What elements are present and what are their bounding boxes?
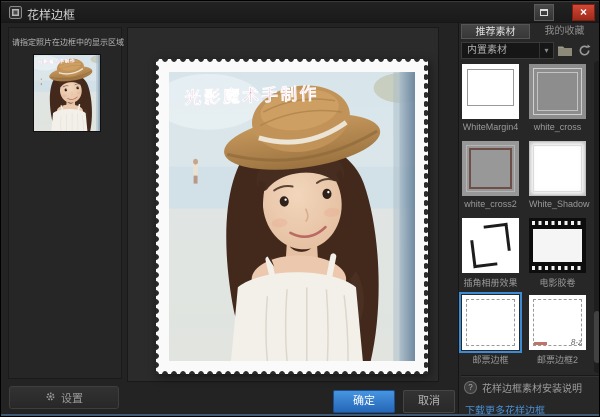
frame-item-film-roll[interactable]: 电影胶卷 bbox=[529, 218, 586, 289]
material-source-value: 内置素材 bbox=[467, 45, 507, 56]
frame-item-white-cross2[interactable]: white_cross2 bbox=[462, 141, 519, 209]
download-more-link[interactable]: 下载更多花样边框 bbox=[465, 402, 545, 417]
frame-item-whitemargin4[interactable]: WhiteMargin4 bbox=[462, 64, 519, 132]
source-photo-region-selector[interactable] bbox=[33, 54, 101, 132]
region-sidebar: 请指定照片在边框中的显示区域 bbox=[8, 27, 122, 379]
open-folder-button[interactable] bbox=[557, 44, 573, 62]
install-help-text: 花样边框素材安装说明 bbox=[482, 380, 582, 395]
frame-item-label: White_Shadow bbox=[529, 199, 586, 209]
gear-icon bbox=[45, 391, 56, 405]
close-icon: × bbox=[580, 5, 587, 19]
stamp2-badge: 8-z bbox=[571, 338, 582, 347]
refresh-button[interactable] bbox=[578, 44, 591, 62]
close-button[interactable]: × bbox=[572, 4, 595, 21]
frame-item-label: WhiteMargin4 bbox=[462, 122, 519, 132]
refresh-icon bbox=[578, 44, 591, 57]
window-title: 花样边框 bbox=[27, 6, 75, 23]
install-help-link[interactable]: ? 花样边框素材安装说明 bbox=[464, 380, 582, 394]
stamp-border-preview: 光影魔术手制作 bbox=[156, 59, 428, 374]
chevron-down-icon: ▾ bbox=[539, 43, 553, 58]
material-source-select[interactable]: 内置素材 ▾ bbox=[461, 42, 554, 59]
frame-item-corner-album[interactable]: 插角相册效果 bbox=[462, 218, 519, 289]
frame-item-stamp-border2[interactable]: 8-z 邮票边框2 bbox=[529, 295, 586, 366]
settings-button[interactable]: 设置 bbox=[9, 386, 119, 409]
maximize-button[interactable] bbox=[534, 4, 554, 21]
tab-recommended-materials[interactable]: 推荐素材 bbox=[461, 24, 530, 39]
folder-icon bbox=[557, 45, 573, 57]
panel-scrollbar-thumb[interactable] bbox=[594, 311, 600, 363]
titlebar: 花样边框 × bbox=[1, 1, 599, 23]
frame-item-label: 邮票边框 bbox=[462, 353, 519, 366]
frame-item-white-cross[interactable]: white_cross bbox=[529, 64, 586, 132]
stamp2-red-mark bbox=[534, 342, 547, 345]
preview-area: 光影魔术手制作 bbox=[127, 27, 439, 382]
framed-photo: 光影魔术手制作 bbox=[169, 72, 415, 361]
panel-scrollbar[interactable] bbox=[594, 61, 600, 373]
frame-item-label: 电影胶卷 bbox=[529, 276, 586, 289]
source-photo-thumbnail bbox=[34, 55, 101, 132]
fancy-border-dialog: 花样边框 × 请指定照片在边框中的显示区域 设置 bbox=[0, 0, 600, 417]
tab-my-favorites[interactable]: 我的收藏 bbox=[530, 24, 599, 39]
settings-label: 设置 bbox=[61, 390, 83, 406]
region-instruction: 请指定照片在边框中的显示区域 bbox=[12, 37, 122, 48]
frame-item-white-shadow[interactable]: White_Shadow bbox=[529, 141, 586, 209]
help-icon: ? bbox=[464, 381, 477, 394]
frame-item-label: 插角相册效果 bbox=[462, 276, 519, 289]
app-icon bbox=[9, 6, 22, 24]
cancel-button[interactable]: 取消 bbox=[403, 390, 455, 413]
frame-item-label: white_cross2 bbox=[462, 199, 519, 209]
frame-item-label: white_cross bbox=[529, 122, 586, 132]
maximize-icon bbox=[540, 9, 548, 16]
frame-item-label: 邮票边框2 bbox=[529, 353, 586, 366]
frame-item-stamp-border[interactable]: 邮票边框 bbox=[462, 295, 519, 366]
panel-separator bbox=[461, 375, 599, 377]
ok-button[interactable]: 确定 bbox=[333, 390, 395, 413]
materials-panel: 推荐素材 我的收藏 内置素材 ▾ WhiteMargin4 white_cros… bbox=[458, 23, 600, 417]
